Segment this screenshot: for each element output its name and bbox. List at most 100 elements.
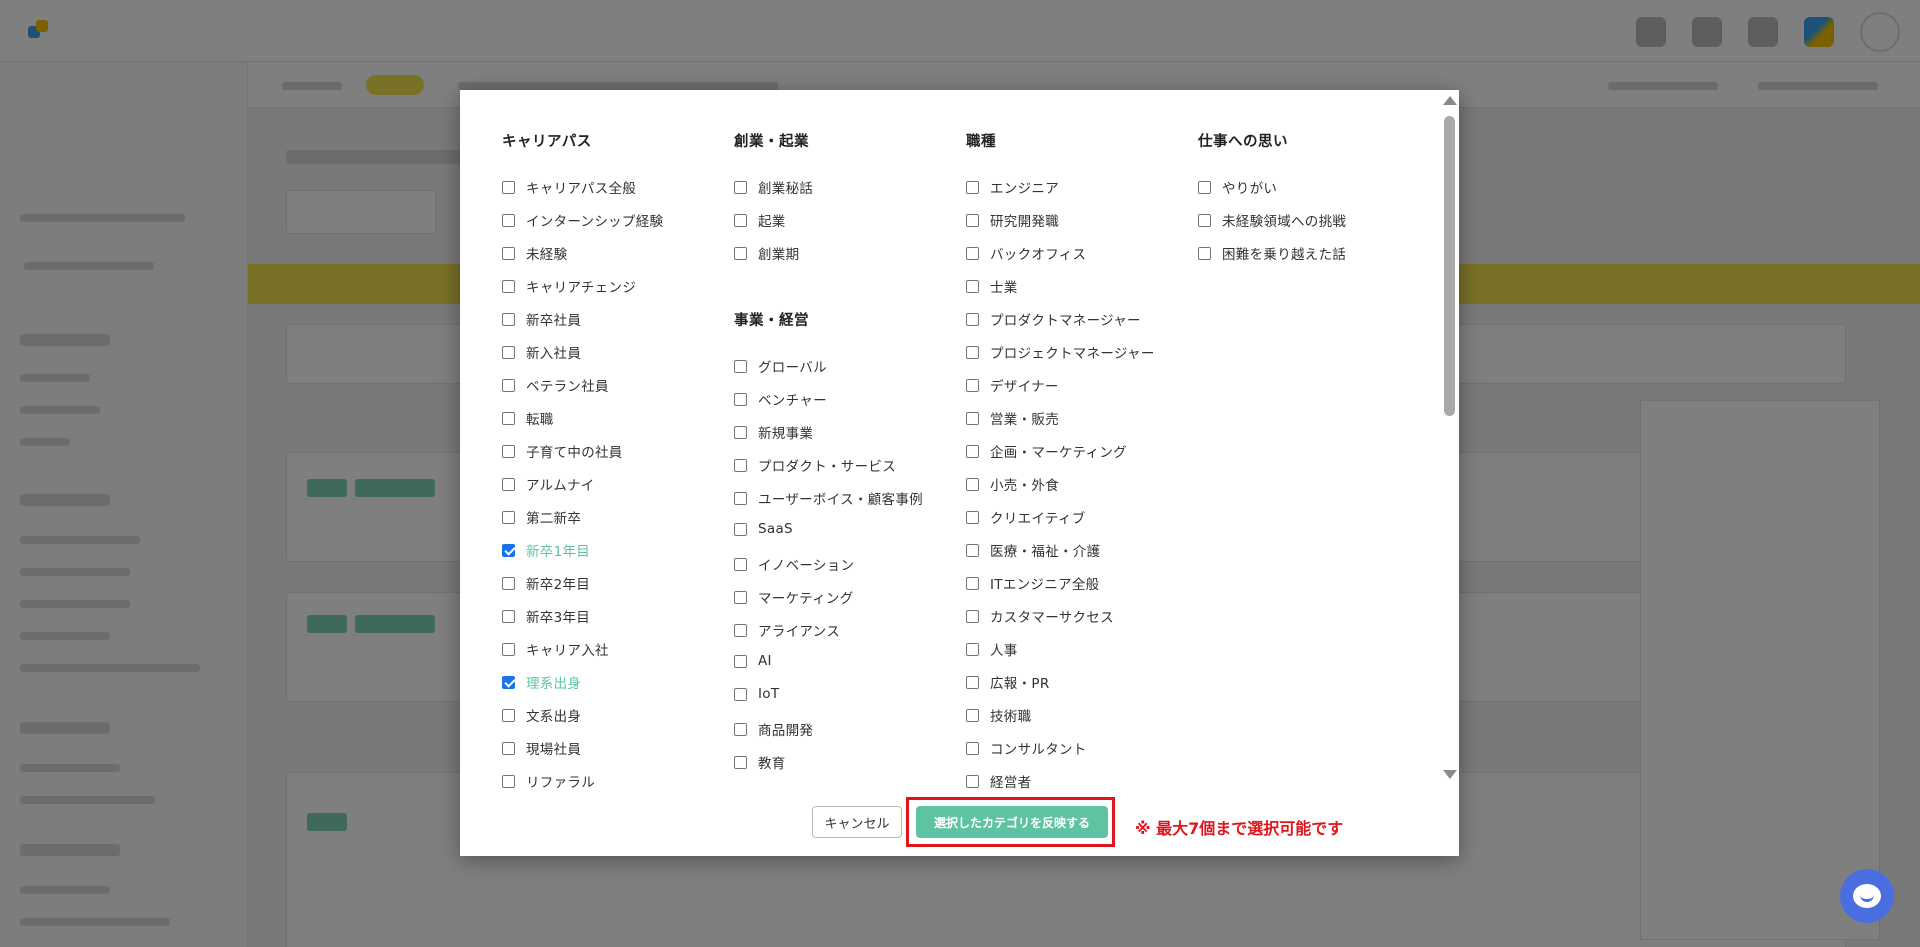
category-option[interactable]: 創業秘話 [734, 177, 813, 197]
category-option[interactable]: 転職 [502, 408, 554, 428]
checkbox[interactable] [502, 477, 515, 491]
category-option[interactable]: バックオフィス [966, 243, 1086, 263]
category-option[interactable]: 創業期 [734, 243, 799, 263]
checkbox[interactable] [734, 755, 747, 769]
category-option[interactable]: キャリアパス全般 [502, 177, 636, 197]
checkbox[interactable] [734, 557, 747, 571]
checkbox[interactable] [502, 345, 515, 359]
cancel-button[interactable]: キャンセル [812, 806, 902, 838]
scrollbar-thumb[interactable] [1444, 116, 1455, 416]
category-option[interactable]: 新卒1年目 [502, 540, 590, 560]
category-option[interactable]: 経営者 [966, 771, 1031, 790]
checkbox[interactable] [734, 491, 747, 505]
checkbox[interactable] [502, 642, 515, 656]
chat-support-button[interactable] [1840, 869, 1894, 923]
checkbox[interactable] [734, 359, 747, 373]
checkbox[interactable] [502, 510, 515, 524]
checkbox[interactable] [502, 543, 515, 557]
category-option[interactable]: 研究開発職 [966, 210, 1059, 230]
category-option[interactable]: 起業 [734, 210, 786, 230]
category-option[interactable]: 営業・販売 [966, 408, 1059, 428]
category-option[interactable]: アルムナイ [502, 474, 595, 494]
checkbox[interactable] [502, 708, 515, 722]
checkbox[interactable] [502, 213, 515, 227]
modal-scrollbar[interactable] [1440, 90, 1459, 790]
checkbox[interactable] [966, 741, 979, 755]
checkbox[interactable] [734, 687, 747, 701]
scroll-up-arrow-icon[interactable] [1443, 96, 1457, 105]
checkbox[interactable] [1198, 213, 1211, 227]
category-option[interactable]: IoT [734, 686, 779, 702]
checkbox[interactable] [966, 543, 979, 557]
checkbox[interactable] [502, 180, 515, 194]
checkbox[interactable] [966, 180, 979, 194]
category-option[interactable]: クリエイティブ [966, 507, 1086, 527]
checkbox[interactable] [502, 675, 515, 689]
category-option[interactable]: アライアンス [734, 620, 840, 640]
checkbox[interactable] [966, 510, 979, 524]
category-option[interactable]: インターンシップ経験 [502, 210, 663, 230]
checkbox[interactable] [734, 654, 747, 668]
category-option[interactable]: 理系出身 [502, 672, 581, 692]
category-option[interactable]: 新卒2年目 [502, 573, 590, 593]
checkbox[interactable] [502, 378, 515, 392]
checkbox[interactable] [502, 411, 515, 425]
checkbox[interactable] [966, 345, 979, 359]
category-option[interactable]: エンジニア [966, 177, 1059, 197]
category-option[interactable]: デザイナー [966, 375, 1059, 395]
category-option[interactable]: 現場社員 [502, 738, 581, 758]
checkbox[interactable] [966, 774, 979, 788]
checkbox[interactable] [502, 444, 515, 458]
category-option[interactable]: 商品開発 [734, 719, 813, 739]
checkbox[interactable] [502, 774, 515, 788]
category-option[interactable]: 文系出身 [502, 705, 581, 725]
checkbox[interactable] [966, 675, 979, 689]
category-option[interactable]: 士業 [966, 276, 1018, 296]
category-option[interactable]: コンサルタント [966, 738, 1087, 758]
category-option[interactable]: 第二新卒 [502, 507, 581, 527]
apply-selected-categories-button[interactable]: 選択したカテゴリを反映する [916, 806, 1108, 838]
checkbox[interactable] [734, 392, 747, 406]
checkbox[interactable] [966, 312, 979, 326]
category-option[interactable]: 新卒社員 [502, 309, 581, 329]
checkbox[interactable] [734, 180, 747, 194]
checkbox[interactable] [734, 522, 747, 536]
category-option[interactable]: ベンチャー [734, 389, 827, 409]
checkbox[interactable] [966, 477, 979, 491]
category-option[interactable]: 未経験領域への挑戦 [1198, 210, 1346, 230]
category-option[interactable]: ベテラン社員 [502, 375, 609, 395]
checkbox[interactable] [734, 722, 747, 736]
category-option[interactable]: 企画・マーケティング [966, 441, 1127, 461]
checkbox[interactable] [734, 623, 747, 637]
category-option[interactable]: イノベーション [734, 554, 854, 574]
category-option[interactable]: 困難を乗り越えた話 [1198, 243, 1346, 263]
category-option[interactable]: プロダクトマネージャー [966, 309, 1141, 329]
category-option[interactable]: SaaS [734, 521, 793, 537]
category-option[interactable]: 未経験 [502, 243, 567, 263]
checkbox[interactable] [966, 609, 979, 623]
category-option[interactable]: ユーザーボイス・顧客事例 [734, 488, 923, 508]
category-option[interactable]: 広報・PR [966, 672, 1050, 692]
checkbox[interactable] [966, 378, 979, 392]
checkbox[interactable] [966, 213, 979, 227]
checkbox[interactable] [502, 246, 515, 260]
category-option[interactable]: 新入社員 [502, 342, 581, 362]
category-option[interactable]: 子育て中の社員 [502, 441, 623, 461]
checkbox[interactable] [966, 246, 979, 260]
category-option[interactable]: 技術職 [966, 705, 1031, 725]
category-option[interactable]: グローバル [734, 356, 827, 376]
category-option[interactable]: プロジェクトマネージャー [966, 342, 1155, 362]
category-option[interactable]: キャリアチェンジ [502, 276, 636, 296]
checkbox[interactable] [1198, 246, 1211, 260]
checkbox[interactable] [502, 312, 515, 326]
scroll-down-arrow-icon[interactable] [1443, 770, 1457, 779]
category-option[interactable]: リファラル [502, 771, 595, 790]
category-option[interactable]: キャリア入社 [502, 639, 609, 659]
checkbox[interactable] [966, 279, 979, 293]
checkbox[interactable] [502, 741, 515, 755]
checkbox[interactable] [734, 458, 747, 472]
checkbox[interactable] [966, 576, 979, 590]
category-option[interactable]: 教育 [734, 752, 786, 772]
category-option[interactable]: マーケティング [734, 587, 854, 607]
category-option[interactable]: カスタマーサクセス [966, 606, 1114, 626]
